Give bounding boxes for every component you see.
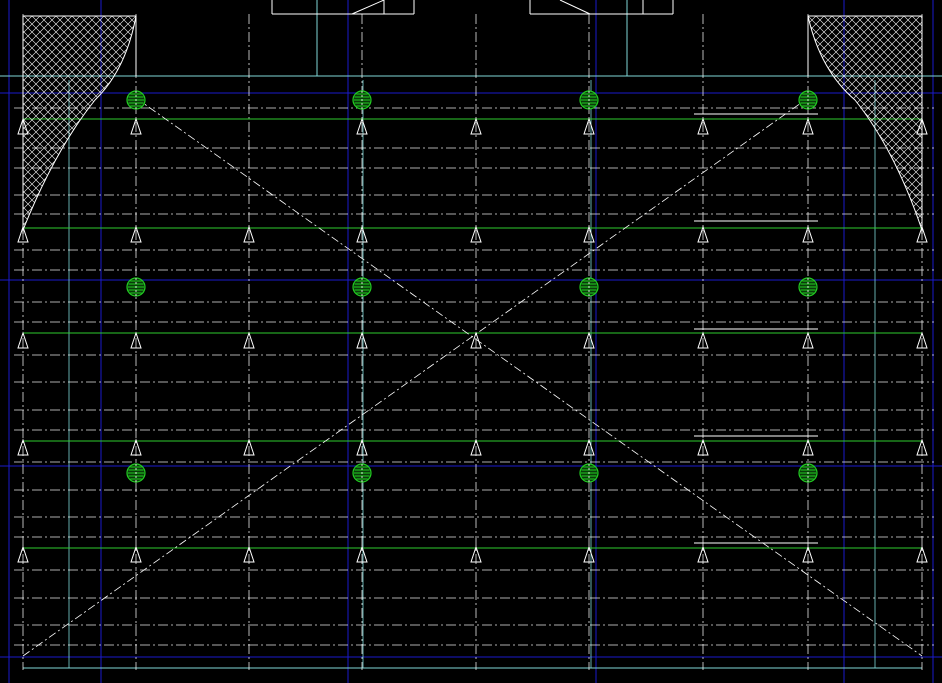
misc-white-lines-layer <box>22 0 923 544</box>
diagonal-brace <box>135 97 923 657</box>
support-symbol-layer <box>17 117 928 563</box>
diagonal-brace-layer <box>22 97 923 657</box>
dash-centerline-layer <box>14 14 934 670</box>
hatched-region-left <box>22 15 137 231</box>
column-marker-icon <box>579 277 599 297</box>
column-marker-icon <box>352 277 372 297</box>
column-marker-icon <box>579 463 599 483</box>
green-beam-layer <box>23 118 922 549</box>
column-marker-icon <box>798 90 818 110</box>
column-marker-icon <box>126 277 146 297</box>
column-marker-icon <box>126 90 146 110</box>
column-marker-icon <box>352 90 372 110</box>
cad-drawing-canvas[interactable] <box>0 0 942 683</box>
diagonal-brace <box>22 97 809 657</box>
top-stub-line <box>351 0 385 15</box>
column-marker-layer <box>126 90 818 483</box>
column-marker-icon <box>126 463 146 483</box>
hatched-region-right <box>807 15 923 231</box>
column-marker-icon <box>798 277 818 297</box>
column-marker-icon <box>798 463 818 483</box>
column-marker-icon <box>352 463 372 483</box>
hatched-region-layer <box>22 15 923 231</box>
floor-plan-drawing <box>0 0 942 683</box>
column-marker-icon <box>579 90 599 110</box>
top-stub-line <box>559 0 591 15</box>
